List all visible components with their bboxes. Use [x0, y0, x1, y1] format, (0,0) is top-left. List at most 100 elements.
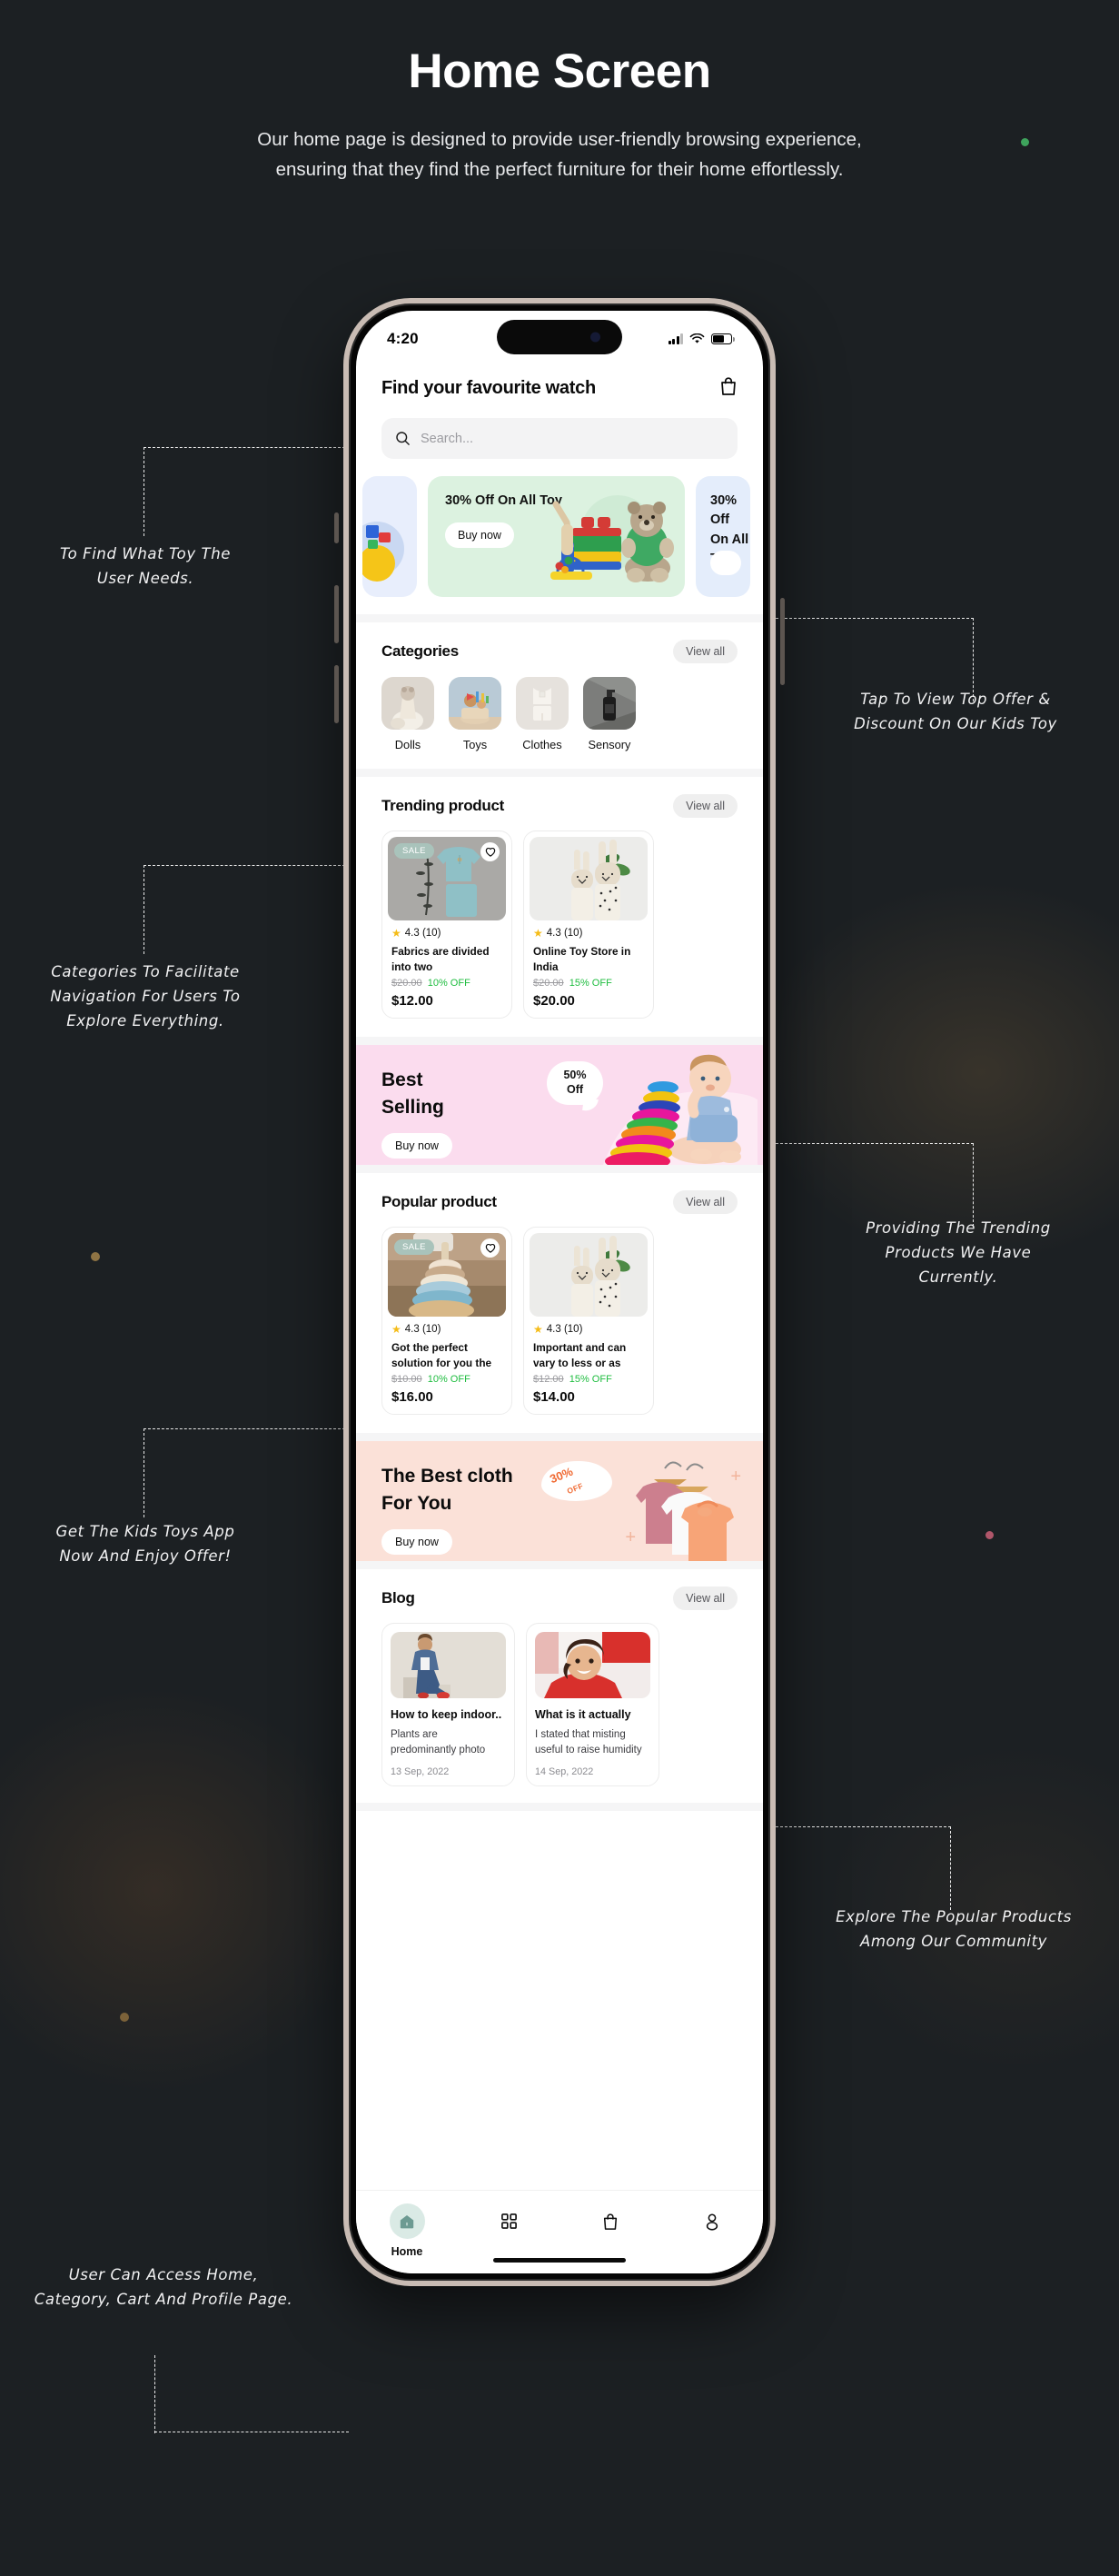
tab-profile[interactable]: [661, 2203, 763, 2245]
category-image: [583, 677, 636, 730]
category-item-dolls[interactable]: Dolls: [381, 677, 434, 751]
section-divider: [356, 1433, 763, 1441]
star-icon: ★: [391, 1323, 401, 1336]
product-name: Fabrics are divided into two: [391, 945, 490, 973]
product-discount-row: $20.00 15% OFF: [533, 978, 648, 989]
favorite-icon[interactable]: [480, 842, 500, 861]
discount-percent: 30%: [548, 1464, 575, 1487]
popular-header: Popular product View all: [381, 1190, 738, 1214]
home-indicator: [493, 2258, 626, 2263]
app-header: Find your favourite watch: [356, 367, 763, 401]
blog-card-description: I stated that misting useful to raise hu…: [535, 1729, 642, 1756]
blog-title: Blog: [381, 1589, 415, 1606]
phone-volume-down-button[interactable]: [334, 665, 339, 723]
promo-slide-next[interactable]: 30% Off On All Toy: [696, 476, 750, 597]
annotation-categories: Categories To Facilitate Navigation For …: [50, 963, 241, 1030]
product-card[interactable]: ★ 4.3 (10) Online Toy Store in India $20…: [523, 830, 654, 1019]
banner-buy-now-button[interactable]: Buy now: [381, 1132, 452, 1159]
category-item-toys[interactable]: Toys: [449, 677, 501, 751]
product-rating: ★ 4.3 (10): [391, 928, 506, 939]
blog-card-date: 14 Sep, 2022: [535, 1766, 594, 1777]
shopping-bag-icon: [593, 2203, 629, 2239]
tab-category[interactable]: [458, 2203, 560, 2245]
page-subtitle-line-1: Our home page is designed to provide use…: [257, 129, 862, 150]
banner-buy-now-button[interactable]: Buy now: [381, 1528, 452, 1555]
category-item-sensory[interactable]: Sensory: [583, 677, 636, 751]
section-divider: [356, 614, 763, 622]
shopping-bag-icon[interactable]: [719, 376, 738, 401]
popular-product-list: SALE ★ 4.3 (10) Got the perfect solution…: [381, 1227, 738, 1415]
leader-line-promo-h: [776, 618, 974, 619]
promo-next-cta[interactable]: [710, 551, 741, 575]
decor-dot-brown: [120, 2013, 129, 2022]
category-label: Toys: [462, 738, 488, 751]
star-icon: ★: [533, 927, 543, 940]
tab-home[interactable]: Home: [356, 2203, 458, 2258]
blog-view-all-button[interactable]: View all: [673, 1586, 738, 1610]
promo-buy-now-button[interactable]: Buy now: [445, 522, 514, 549]
sale-badge: SALE: [394, 1239, 434, 1255]
product-name: Important and can vary to less or as mor…: [533, 1341, 627, 1369]
trending-header: Trending product View all: [381, 794, 738, 818]
favorite-icon[interactable]: [480, 1238, 500, 1258]
blog-card[interactable]: How to keep indoor.. Plants are predomin…: [381, 1623, 515, 1786]
product-old-price: $20.00: [391, 978, 422, 989]
promo-carousel[interactable]: 30% Off On All Toy Buy now 30% Off On Al…: [356, 476, 763, 597]
leader-line-trending-h: [776, 1143, 974, 1144]
category-item-clothes[interactable]: Clothes: [516, 677, 569, 751]
phone-mockup: 4:20 Find your favourite watch Search...…: [334, 298, 785, 2286]
promo-slide-prev[interactable]: [362, 476, 417, 597]
product-rating: ★ 4.3 (10): [391, 1324, 506, 1335]
status-bar-indicators: [668, 333, 735, 344]
category-image: [381, 677, 434, 730]
product-image: SALE: [388, 1233, 506, 1317]
star-icon: ★: [391, 927, 401, 940]
product-card[interactable]: SALE ★ 4.3 (10) Fabrics are divided into…: [381, 830, 512, 1019]
person-icon: [695, 2203, 730, 2239]
rating-value: 4.3 (10): [404, 928, 441, 939]
best-cloth-banner[interactable]: The Best cloth For You Buy now 30% OFF +…: [356, 1441, 763, 1561]
promo-slide-active[interactable]: 30% Off On All Toy Buy now: [428, 476, 685, 597]
section-divider: [356, 769, 763, 777]
blog-card-title: What is it actually: [535, 1708, 631, 1721]
blog-card-date: 13 Sep, 2022: [391, 1766, 450, 1777]
category-label: Sensory: [588, 738, 631, 751]
leader-line-search-h: [144, 447, 345, 448]
blog-image: [391, 1632, 506, 1698]
search-icon: [396, 432, 410, 445]
blog-card[interactable]: What is it actually I stated that mistin…: [526, 1623, 659, 1786]
category-image: [516, 677, 569, 730]
star-icon: ★: [533, 1323, 543, 1336]
product-card[interactable]: SALE ★ 4.3 (10) Got the perfect solution…: [381, 1227, 512, 1415]
status-bar: 4:20: [356, 311, 763, 367]
rating-value: 4.3 (10): [404, 1324, 441, 1335]
trending-view-all-button[interactable]: View all: [673, 794, 738, 818]
sale-badge: SALE: [394, 843, 434, 859]
annotation-promo: Tap To View Top Offer & Discount On Our …: [854, 691, 1057, 733]
product-name: Online Toy Store in India: [533, 945, 631, 973]
best-selling-banner[interactable]: Best Selling Buy now 50% Off: [356, 1045, 763, 1165]
leader-line-trending-v: [973, 1143, 974, 1227]
product-card[interactable]: ★ 4.3 (10) Important and can vary to les…: [523, 1227, 654, 1415]
annotation-app-offer: Get The Kids Toys App Now And Enjoy Offe…: [55, 1523, 235, 1566]
trending-product-list: SALE ★ 4.3 (10) Fabrics are divided into…: [381, 830, 738, 1019]
section-divider: [356, 1165, 763, 1173]
tab-cart[interactable]: [560, 2203, 661, 2245]
promo-toys-illustration: [550, 495, 674, 582]
blog-image: [535, 1632, 650, 1698]
product-image: [530, 1233, 648, 1317]
categories-view-all-button[interactable]: View all: [673, 640, 738, 663]
popular-view-all-button[interactable]: View all: [673, 1190, 738, 1214]
home-icon: [389, 2203, 425, 2239]
product-name: Got the perfect solution for you the toy…: [391, 1341, 492, 1369]
discount-percent: 50%: [563, 1069, 587, 1082]
phone-volume-up-button[interactable]: [334, 585, 339, 643]
search-input[interactable]: Search...: [381, 418, 738, 459]
phone-power-button[interactable]: [780, 598, 785, 685]
page-header: Home Screen Our home page is designed to…: [0, 44, 1119, 184]
annotation-popular: Explore The Popular Products Among Our C…: [836, 1908, 1072, 1951]
product-discount-row: $20.00 10% OFF: [391, 978, 506, 989]
discount-bubble: 50% Off: [547, 1061, 603, 1105]
phone-mute-switch[interactable]: [334, 512, 339, 543]
page-title: Home Screen: [408, 45, 711, 98]
